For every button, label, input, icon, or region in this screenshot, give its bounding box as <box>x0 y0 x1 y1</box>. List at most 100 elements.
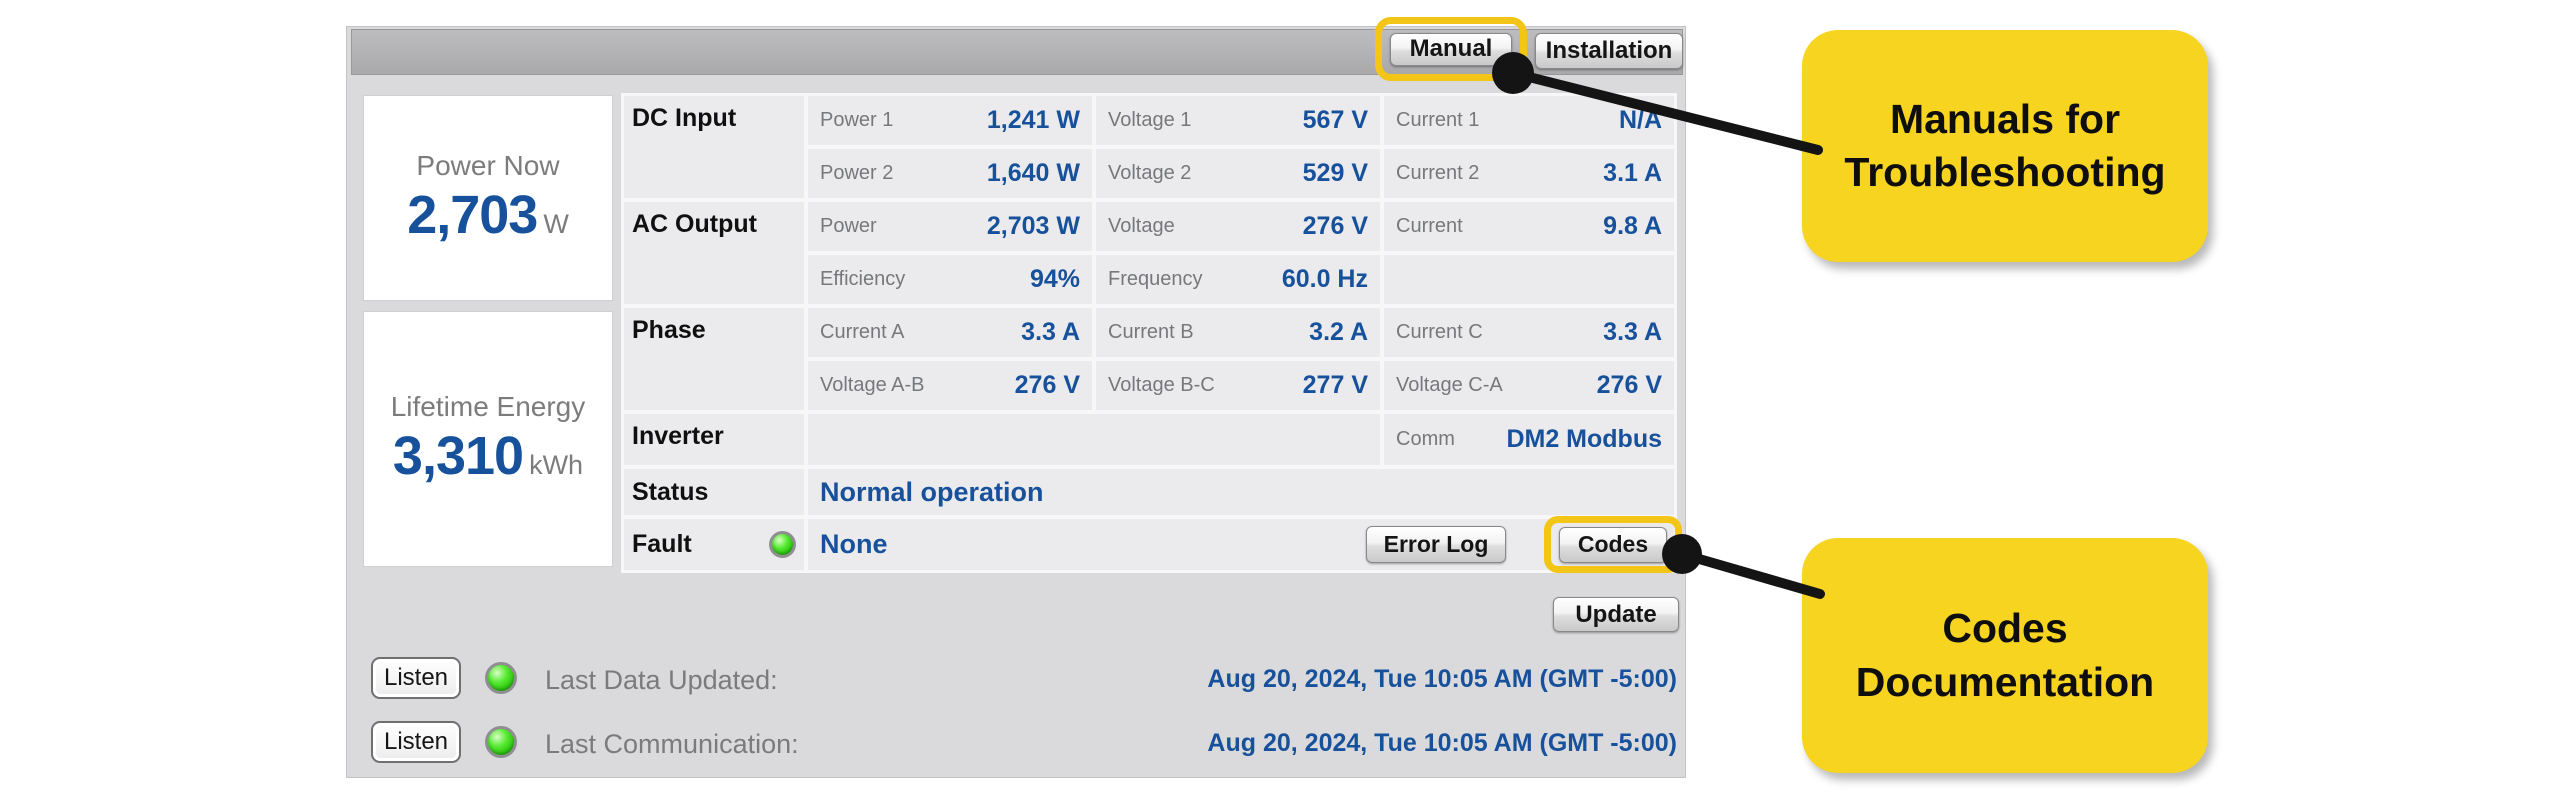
connector-line-codes <box>1677 549 1825 599</box>
data-updated-led-icon <box>485 662 517 694</box>
cell-value: 276 V <box>1596 371 1662 399</box>
cell-label: Power <box>820 215 877 237</box>
cell-label: Voltage 1 <box>1108 109 1192 131</box>
callout-text-line: Manuals for <box>1889 95 2121 142</box>
section-header-ac-output: AC Output <box>624 202 804 304</box>
cell-ac-efficiency: Efficiency 94% <box>808 255 1092 304</box>
last-communication-row: Listen Last Communication: Aug 20, 2024,… <box>347 721 1687 767</box>
cell-label: Current C <box>1396 321 1483 343</box>
cell-label: Current A <box>820 321 905 343</box>
status-value-text: Normal operation <box>820 476 1044 507</box>
cell-label: Current 1 <box>1396 109 1480 131</box>
section-header-inverter: Inverter <box>624 414 804 465</box>
cell-value: 529 V <box>1302 159 1368 187</box>
cell-value: 9.8 A <box>1603 212 1662 240</box>
manual-highlight-ring: Manual <box>1375 17 1527 81</box>
cell-value: 3.3 A <box>1603 318 1662 346</box>
cell-label: Current 2 <box>1396 162 1480 184</box>
last-data-updated-value: Aug 20, 2024, Tue 10:05 AM (GMT -5:00) <box>1207 665 1677 693</box>
cell-value: 1,640 W <box>986 159 1080 187</box>
section-header-phase: Phase <box>624 308 804 410</box>
callout-text-line: Documentation <box>1855 658 2155 705</box>
cell-fault-value: None Error Log Codes <box>808 516 1682 573</box>
cell-value: 3.3 A <box>1021 318 1080 346</box>
cell-dc-current1: Current 1 N/A <box>1384 96 1674 145</box>
cell-label: Voltage A-B <box>820 374 925 396</box>
fault-ok-led-icon <box>769 531 796 558</box>
cell-ac-power: Power 2,703 W <box>808 202 1092 251</box>
section-header-status: Status <box>624 469 804 515</box>
cell-empty <box>1384 255 1674 304</box>
cell-label: Comm <box>1396 428 1455 450</box>
cell-inverter-comm: Comm DM2 Modbus <box>1384 414 1674 465</box>
update-button[interactable]: Update <box>1553 597 1679 632</box>
callout-text-line: Codes <box>1942 605 2068 652</box>
inverter-monitor-screenshot: Manual Installation Power Now 2,703 W Li… <box>0 0 2552 808</box>
cell-dc-voltage2: Voltage 2 529 V <box>1096 149 1380 198</box>
cell-label: Power 1 <box>820 109 894 131</box>
cell-value: 3.2 A <box>1309 318 1368 346</box>
cell-value: 277 V <box>1302 371 1368 399</box>
cell-value: 1,241 W <box>986 106 1080 134</box>
lifetime-energy-value: 3,310 <box>392 426 524 486</box>
listen-button-communication[interactable]: Listen <box>371 721 461 763</box>
last-communication-value: Aug 20, 2024, Tue 10:05 AM (GMT -5:00) <box>1207 729 1677 757</box>
cell-ac-current: Current 9.8 A <box>1384 202 1674 251</box>
cell-dc-voltage1: Voltage 1 567 V <box>1096 96 1380 145</box>
cell-inverter-empty <box>808 414 1380 465</box>
cell-label: Voltage <box>1108 215 1175 237</box>
last-data-updated-row: Listen Last Data Updated: Aug 20, 2024, … <box>347 657 1687 703</box>
cell-label: Voltage 2 <box>1108 162 1192 184</box>
codes-button[interactable]: Codes <box>1559 526 1667 563</box>
last-data-updated-label: Last Data Updated: <box>545 665 778 695</box>
cell-dc-power1: Power 1 1,241 W <box>808 96 1092 145</box>
cell-value: 94% <box>1029 265 1080 293</box>
cell-value: N/A <box>1618 106 1662 134</box>
cell-phase-voltage-bc: Voltage B-C 277 V <box>1096 361 1380 410</box>
cell-label: Current <box>1396 215 1463 237</box>
cell-value: 276 V <box>1014 371 1080 399</box>
cell-label: Voltage B-C <box>1108 374 1215 396</box>
power-now-unit: W <box>543 209 569 239</box>
cell-phase-current-a: Current A 3.3 A <box>808 308 1092 357</box>
cell-phase-voltage-ca: Voltage C-A 276 V <box>1384 361 1674 410</box>
power-now-value: 2,703 <box>407 185 538 245</box>
lifetime-energy-card: Lifetime Energy 3,310 kWh <box>363 311 613 567</box>
fault-header-label: Fault <box>632 530 692 558</box>
inverter-status-panel: Manual Installation Power Now 2,703 W Li… <box>346 17 1687 778</box>
cell-phase-current-b: Current B 3.2 A <box>1096 308 1380 357</box>
power-now-card: Power Now 2,703 W <box>363 95 613 301</box>
lifetime-energy-unit: kWh <box>529 450 584 480</box>
last-communication-label: Last Communication: <box>545 729 799 759</box>
installation-button[interactable]: Installation <box>1535 33 1683 69</box>
power-now-label: Power Now <box>416 150 560 181</box>
cell-label: Current B <box>1108 321 1194 343</box>
cell-value: 3.1 A <box>1603 159 1662 187</box>
listen-button-data-updated[interactable]: Listen <box>371 657 461 699</box>
cell-value: 276 V <box>1302 212 1368 240</box>
callout-manuals-for-troubleshooting: Manuals for Troubleshooting <box>1802 30 2208 262</box>
codes-highlight-ring: Codes <box>1544 516 1682 573</box>
cell-dc-current2: Current 2 3.1 A <box>1384 149 1674 198</box>
section-header-fault: Fault <box>624 519 804 570</box>
communication-led-icon <box>485 726 517 758</box>
callout-codes-documentation: Codes Documentation <box>1802 538 2208 773</box>
cell-value: 60.0 Hz <box>1281 265 1368 293</box>
cell-value: DM2 Modbus <box>1506 425 1662 453</box>
error-log-button[interactable]: Error Log <box>1366 526 1506 563</box>
callout-text-line: Troubleshooting <box>1844 149 2166 195</box>
cell-label: Power 2 <box>820 162 894 184</box>
cell-ac-voltage: Voltage 276 V <box>1096 202 1380 251</box>
cell-value: 567 V <box>1302 106 1368 134</box>
manual-button[interactable]: Manual <box>1390 32 1512 66</box>
lifetime-energy-label: Lifetime Energy <box>390 391 586 422</box>
cell-label: Frequency <box>1108 268 1203 290</box>
cell-phase-current-c: Current C 3.3 A <box>1384 308 1674 357</box>
fault-value-text: None <box>820 529 888 559</box>
cell-dc-power2: Power 2 1,640 W <box>808 149 1092 198</box>
cell-value: 2,703 W <box>986 212 1080 240</box>
section-header-dc-input: DC Input <box>624 96 804 198</box>
telemetry-table: DC Input Power 1 1,241 W Voltage 1 567 V… <box>621 93 1682 573</box>
cell-label: Voltage C-A <box>1396 374 1503 396</box>
cell-label: Efficiency <box>820 268 906 290</box>
